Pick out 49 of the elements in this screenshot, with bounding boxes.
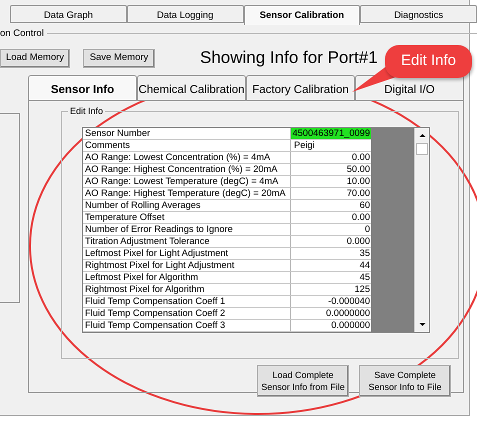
callout-label: Edit Info	[385, 45, 472, 78]
table-cell: AO Range: Highest Temperature (degC) = 20mA	[83, 188, 291, 200]
port-title: Showing Info for Port#1	[200, 47, 378, 70]
tab[interactable]: Diagnostics	[360, 5, 477, 22]
table-cell[interactable]: 0	[291, 224, 371, 236]
table-cell: Leftmost Pixel for Light Adjustment	[83, 248, 291, 260]
scrollbar[interactable]	[414, 128, 429, 332]
table-cell[interactable]: 60	[291, 200, 371, 212]
table-cell[interactable]: 125	[291, 284, 371, 296]
tab[interactable]: Sensor Info	[28, 75, 137, 100]
file-button[interactable]: Save Complete Sensor Info to File	[359, 365, 451, 397]
table-cell: Rightmost Pixel for Light Adjustment	[83, 260, 291, 272]
table-cell[interactable]: 0.000	[291, 236, 371, 248]
scroll-thumb[interactable]	[416, 143, 428, 155]
table-cell: Fluid Temp Compensation Coeff 3	[83, 320, 291, 332]
table-cell[interactable]: 4500463971_0099	[291, 128, 371, 140]
tab[interactable]: Factory Calibration	[246, 75, 355, 100]
table-cell: Fluid Temp Compensation Coeff 1	[83, 296, 291, 308]
tab[interactable]: Sensor Calibration	[244, 5, 360, 25]
table-cell[interactable]: 45	[291, 272, 371, 284]
file-button[interactable]: Load Complete Sensor Info from File	[257, 365, 349, 397]
table-cell[interactable]: 0.00	[291, 212, 371, 224]
table-cell[interactable]: 10.00	[291, 176, 371, 188]
memory-button[interactable]: Load Memory	[0, 48, 70, 68]
table-cell: AO Range: Lowest Concentration (%) = 4mA	[83, 152, 291, 164]
table-cell: Titration Adjustment Tolerance	[83, 236, 291, 248]
table-cell[interactable]: Peigi	[291, 140, 371, 152]
table-cell[interactable]: -0.000040	[291, 296, 371, 308]
memory-button[interactable]: Save Memory	[83, 48, 155, 68]
table-cell: Number of Error Readings to Ignore	[83, 224, 291, 236]
table-cell[interactable]: 0.00	[291, 152, 371, 164]
table-cell: AO Range: Highest Concentration (%) = 20mA	[83, 164, 291, 176]
table-cell: Leftmost Pixel for Algorithm	[83, 272, 291, 284]
table-cell[interactable]: 35	[291, 248, 371, 260]
tab[interactable]: Data Logging	[126, 5, 244, 22]
table-cell[interactable]: 0.0000000	[291, 308, 371, 320]
tab[interactable]: Data Graph	[10, 5, 127, 22]
table-cell[interactable]: 50.00	[291, 164, 371, 176]
table-cell[interactable]: 0.000000	[291, 320, 371, 332]
table-cell: Sensor Number	[83, 128, 291, 140]
table-cell: Temperature Offset	[83, 212, 291, 224]
table-cell: Rightmost Pixel for Algorithm	[83, 284, 291, 296]
tab[interactable]: Chemical Calibration	[137, 75, 246, 100]
table-cell: Number of Rolling Averages	[83, 200, 291, 212]
table-cell: Fluid Temp Compensation Coeff 2	[83, 308, 291, 320]
table-cell: Comments	[83, 140, 291, 152]
table-cell[interactable]: 70.00	[291, 188, 371, 200]
table-cell: AO Range: Lowest Temperature (degC) = 4mA	[83, 176, 291, 188]
table-cell[interactable]: 44	[291, 260, 371, 272]
